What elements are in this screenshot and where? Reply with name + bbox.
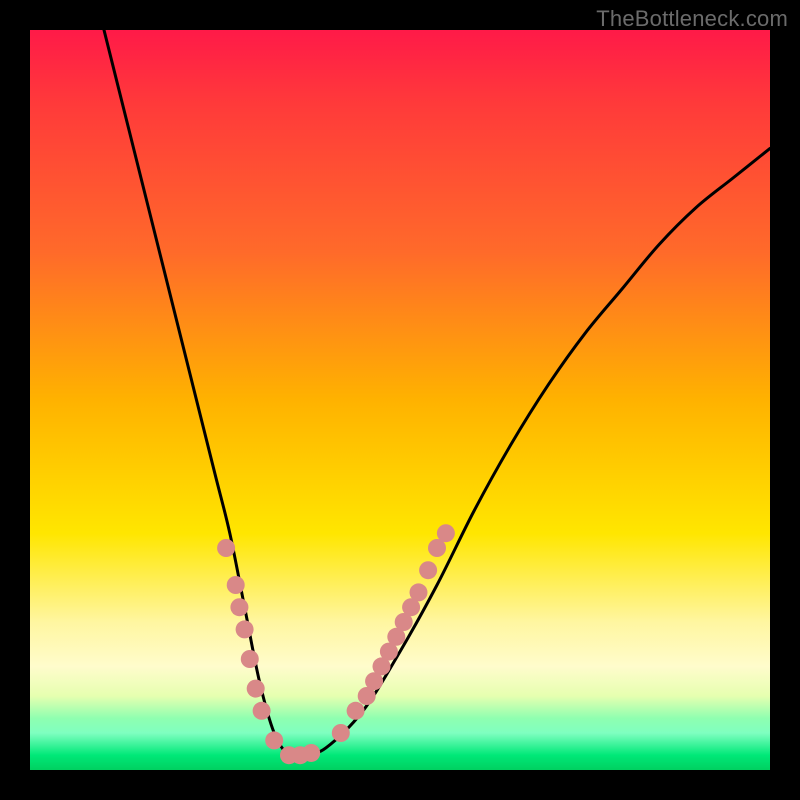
chart-svg — [30, 30, 770, 770]
watermark-text: TheBottleneck.com — [596, 6, 788, 32]
gpu-point — [217, 539, 235, 557]
gpu-point — [332, 724, 350, 742]
gpu-point — [302, 744, 320, 762]
gpu-point — [437, 524, 455, 542]
gpu-point — [236, 620, 254, 638]
gpu-point — [247, 680, 265, 698]
gpu-point — [253, 702, 271, 720]
gpu-point — [241, 650, 259, 668]
gpu-point — [230, 598, 248, 616]
chart-frame: TheBottleneck.com — [0, 0, 800, 800]
gpu-point — [419, 561, 437, 579]
gpu-point — [410, 583, 428, 601]
bottleneck-curve — [104, 30, 770, 757]
gpu-point — [227, 576, 245, 594]
gpu-point — [347, 702, 365, 720]
gpu-point — [265, 731, 283, 749]
plot-area — [30, 30, 770, 770]
